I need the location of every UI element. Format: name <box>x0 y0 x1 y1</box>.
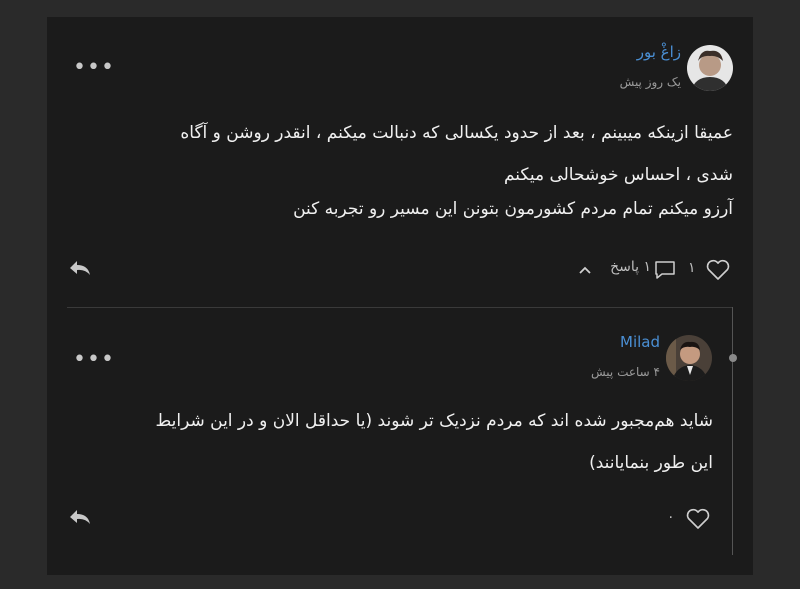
avatar[interactable] <box>666 335 712 381</box>
reply-arrow-icon <box>70 261 90 275</box>
chevron-up-icon <box>579 266 591 274</box>
comment-bubble-icon <box>655 261 675 279</box>
comment-author-name[interactable]: Milad <box>620 333 660 351</box>
comment-timestamp: ۴ ساعت پیش <box>591 365 660 379</box>
like-count: ۰ <box>667 509 675 525</box>
comment-line: عمیقا ازینکه میبینم ، بعد از حدود یکسالی… <box>180 123 733 143</box>
comments-panel: زاغْ بور یک روز پیش ••• عمیقا ازینکه میب… <box>47 17 753 575</box>
reply-button[interactable] <box>67 506 93 528</box>
comment-line: شاید هم‌مجبور شده اند که مردم نزدیک تر ش… <box>155 411 713 431</box>
heart-icon <box>686 508 710 529</box>
comment-body: عمیقا ازینکه میبینم ، بعد از حدود یکسالی… <box>63 112 733 230</box>
comment-line: آرزو میکنم تمام مردم کشورمون بتونن این م… <box>293 199 733 219</box>
thread-node-dot <box>729 354 737 362</box>
more-dots-icon[interactable]: ••• <box>73 349 115 371</box>
thread-line <box>732 307 733 555</box>
more-dots-icon[interactable]: ••• <box>73 57 115 79</box>
like-button[interactable] <box>705 258 731 282</box>
like-button[interactable] <box>685 507 711 531</box>
like-count: ۱ <box>688 260 696 276</box>
replies-toggle-button[interactable]: ۱ پاسخ <box>577 257 677 283</box>
comment-line: این طور بنمایانند) <box>589 453 713 473</box>
avatar[interactable] <box>687 45 733 91</box>
divider <box>67 307 733 308</box>
heart-icon <box>706 259 730 280</box>
replies-count-label: ۱ پاسخ <box>610 259 651 275</box>
reply-button[interactable] <box>67 257 93 279</box>
comment-body: شاید هم‌مجبور شده اند که مردم نزدیک تر ش… <box>63 400 713 484</box>
comment-author-name[interactable]: زاغْ بور <box>637 43 681 61</box>
comment-timestamp: یک روز پیش <box>619 75 681 89</box>
reply-arrow-icon <box>70 510 90 524</box>
